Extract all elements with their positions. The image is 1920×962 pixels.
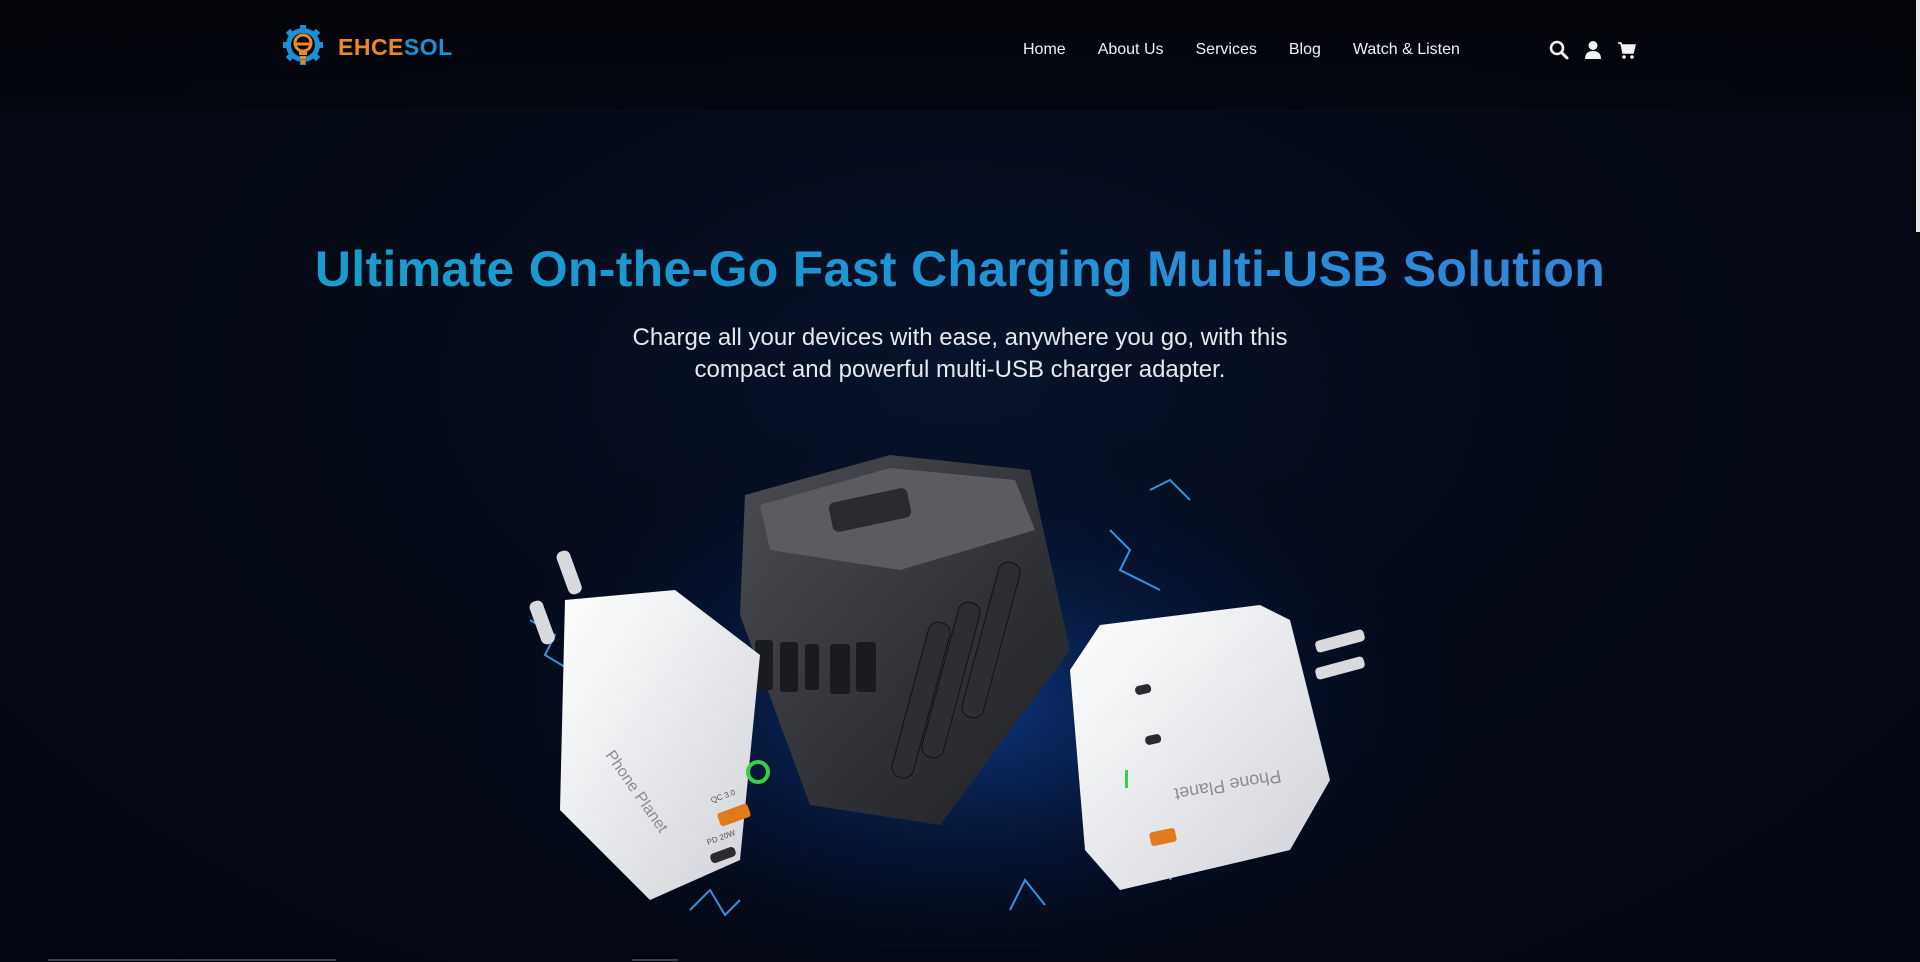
main-nav: Home About Us Services Blog Watch & List… (1023, 41, 1460, 59)
bottom-divider (48, 959, 336, 961)
gear-bulb-icon (283, 25, 323, 65)
nav-watch-listen[interactable]: Watch & Listen (1353, 41, 1460, 59)
search-icon[interactable] (1549, 40, 1569, 60)
header-icons (1549, 40, 1637, 60)
cart-icon[interactable] (1617, 40, 1637, 60)
logo[interactable]: EHCESOL (280, 24, 453, 70)
brand-name: EHCESOL (338, 34, 453, 61)
brand-name-part1: EHCE (338, 33, 404, 60)
hero-subtitle-line2: compact and powerful multi-USB charger a… (694, 356, 1226, 383)
hero-subtitle: Charge all your devices with ease, anywh… (560, 322, 1360, 386)
nav-home[interactable]: Home (1023, 41, 1066, 59)
brand-name-part2: SOL (403, 33, 453, 60)
scrollbar[interactable] (1916, 0, 1920, 232)
nav-blog[interactable]: Blog (1289, 41, 1321, 59)
page: EHCESOL Home About Us Services Blog Watc… (0, 0, 1920, 962)
bottom-divider-small (632, 959, 678, 961)
charger-product-image: Phone Planet QC 3.0 PD 20W Phone Planet (470, 410, 1450, 950)
nav-services[interactable]: Services (1196, 41, 1257, 59)
nav-about-us[interactable]: About Us (1098, 41, 1164, 59)
user-icon[interactable] (1583, 40, 1603, 60)
hero-subtitle-line1: Charge all your devices with ease, anywh… (632, 324, 1288, 351)
site-header: EHCESOL Home About Us Services Blog Watc… (0, 0, 1920, 110)
hero-title: Ultimate On-the-Go Fast Charging Multi-U… (0, 240, 1920, 298)
